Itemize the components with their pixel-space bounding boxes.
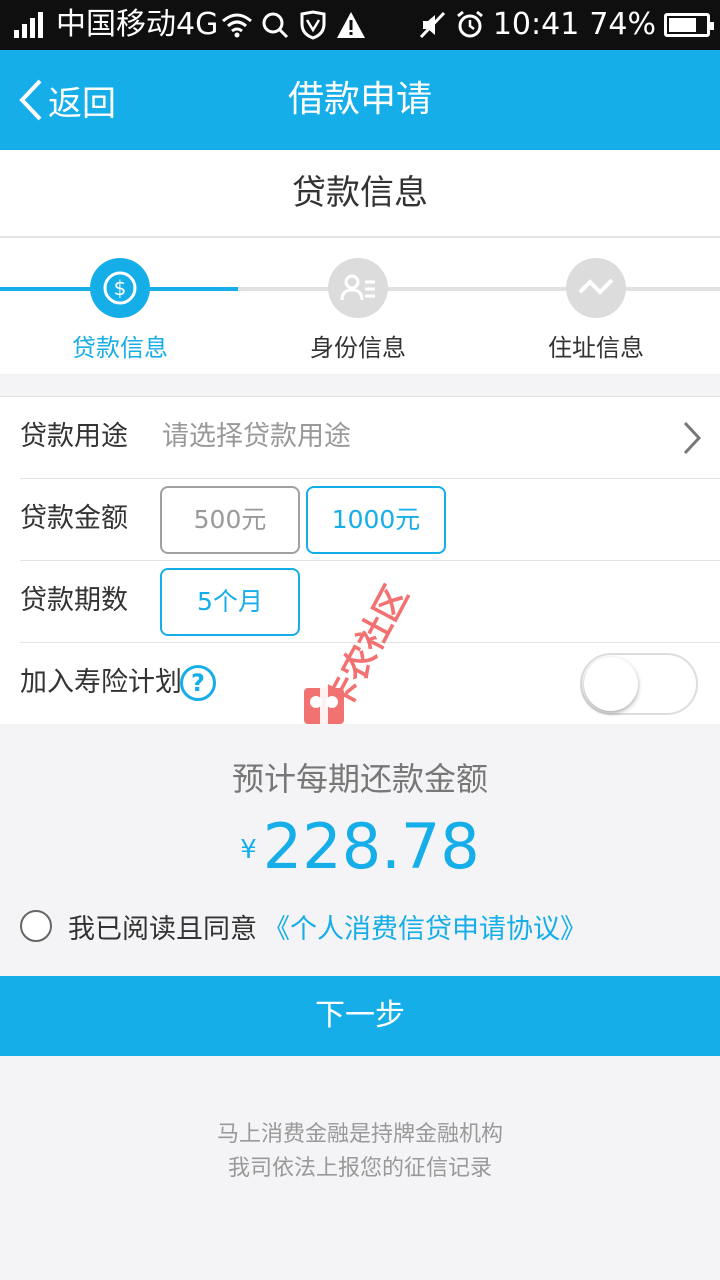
agreement-checkbox[interactable] xyxy=(20,910,52,942)
insurance-label: 加入寿险计划 xyxy=(20,667,182,698)
status-bar: 中国移动4G 10:41 74% xyxy=(0,0,720,50)
footer-disclaimer: 马上消费金融是持牌金融机构 我司依法上报您的征信记录 xyxy=(0,1056,720,1280)
section-title: 贷款信息 xyxy=(0,150,720,238)
step-label: 住址信息 xyxy=(548,334,644,362)
app-header: 返回 借款申请 xyxy=(0,50,720,150)
term-row: 贷款期数 5个月 xyxy=(20,561,720,643)
currency-symbol: ¥ xyxy=(240,835,257,865)
agreement-row: 我已阅读且同意 《个人消费信贷申请协议》 xyxy=(20,904,587,948)
agreement-text: 我已阅读且同意 xyxy=(68,913,257,945)
purpose-label: 贷款用途 xyxy=(20,421,128,452)
battery-fill xyxy=(669,18,696,32)
purpose-select[interactable]: 请选择贷款用途 xyxy=(162,397,351,477)
amount-row: 贷款金额 500元 1000元 xyxy=(20,479,720,561)
dollar-icon: $ xyxy=(90,258,150,318)
clock-label: 10:41 xyxy=(492,7,580,42)
battery-icon xyxy=(664,13,714,37)
estimate-label: 预计每期还款金额 xyxy=(231,760,488,798)
term-label: 贷款期数 xyxy=(20,585,128,616)
carrier-label: 中国移动4G xyxy=(56,7,219,42)
amount-option-1000[interactable]: 1000元 xyxy=(306,486,446,554)
amount-option-500[interactable]: 500元 xyxy=(160,486,300,554)
toggle-knob xyxy=(584,657,638,711)
warning-icon xyxy=(334,8,368,42)
signal-icon xyxy=(14,12,46,38)
insurance-row: 加入寿险计划 ? xyxy=(0,643,720,725)
search-icon xyxy=(258,8,292,42)
estimate-amount: ¥228.78 xyxy=(0,810,720,883)
loan-form: 贷款用途 请选择贷款用途 贷款金额 500元 1000元 贷款期数 5个月 加入… xyxy=(0,396,720,725)
help-icon[interactable]: ? xyxy=(180,665,216,701)
purpose-row[interactable]: 贷款用途 请选择贷款用途 xyxy=(20,397,720,479)
term-option-5-months[interactable]: 5个月 xyxy=(160,568,300,636)
estimate-value: 228.78 xyxy=(262,810,480,883)
step-label: 身份信息 xyxy=(310,334,406,362)
page-title: 借款申请 xyxy=(287,79,432,120)
footer-line-1: 马上消费金融是持牌金融机构 xyxy=(216,1122,503,1147)
amount-label: 贷款金额 xyxy=(20,503,128,534)
svg-text:$: $ xyxy=(114,276,127,300)
battery-percent-label: 74% xyxy=(589,7,656,42)
footer-line-2: 我司依法上报您的征信记录 xyxy=(227,1156,492,1181)
step-address-info: 住址信息 xyxy=(516,258,676,363)
wifi-icon xyxy=(220,8,254,42)
next-step-button[interactable]: 下一步 xyxy=(0,976,720,1056)
repayment-estimate: 预计每期还款金额 ¥228.78 我已阅读且同意 《个人消费信贷申请协议》 xyxy=(0,724,720,976)
step-label: 贷款信息 xyxy=(72,334,168,362)
progress-steps: $ 贷款信息 身份信息 住址信息 xyxy=(0,238,720,374)
chevron-right-icon xyxy=(683,421,702,455)
wave-icon xyxy=(566,258,626,318)
id-card-icon xyxy=(328,258,388,318)
agreement-link[interactable]: 《个人消费信贷申请协议》 xyxy=(263,907,587,946)
alarm-icon xyxy=(453,8,487,42)
step-identity-info: 身份信息 xyxy=(278,258,438,363)
shield-icon xyxy=(296,8,330,42)
insurance-toggle[interactable] xyxy=(580,653,698,715)
mute-icon xyxy=(415,8,449,42)
step-loan-info: $ 贷款信息 xyxy=(40,258,200,363)
